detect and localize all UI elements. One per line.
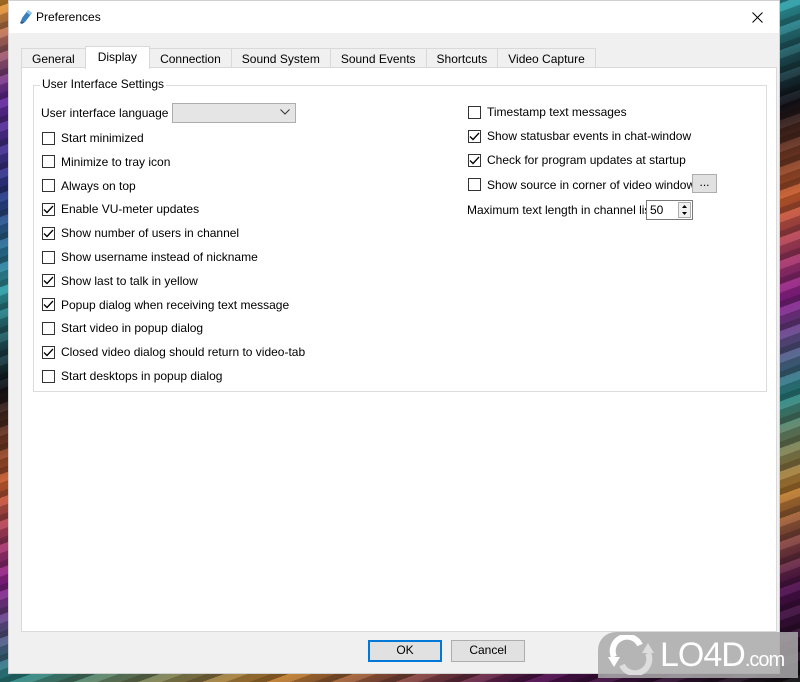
checkbox-label: Minimize to tray icon xyxy=(61,154,171,169)
checkmark-icon xyxy=(43,276,54,285)
checkbox-label: Show statusbar events in chat-window xyxy=(487,129,692,144)
tab-sound-system[interactable]: Sound System xyxy=(230,48,331,68)
lo4d-watermark: LO4D.com xyxy=(598,632,798,678)
tab-bar: General Display Connection Sound System … xyxy=(21,46,596,69)
language-row: User interface language xyxy=(41,105,168,121)
display-tab-panel: User Interface Settings User interface l… xyxy=(21,67,777,632)
max-text-length-spinbox[interactable] xyxy=(646,200,693,220)
checkbox[interactable] xyxy=(468,105,481,119)
checkbox-row[interactable]: Enable VU-meter updates xyxy=(42,201,199,217)
checkmark-icon xyxy=(469,132,480,141)
checkbox-row[interactable]: Popup dialog when receiving text message xyxy=(42,297,289,313)
checkbox-label: Popup dialog when receiving text message xyxy=(61,297,290,312)
checkbox[interactable] xyxy=(42,369,55,383)
max-text-length-input[interactable] xyxy=(647,201,678,219)
checkbox-label: Closed video dialog should return to vid… xyxy=(61,345,306,360)
checkmark-icon xyxy=(43,205,54,214)
max-text-row: Maximum text length in channel list xyxy=(467,202,654,218)
checkbox-label: Check for program updates at startup xyxy=(487,153,686,168)
source-settings-button[interactable]: ... xyxy=(692,174,717,193)
cancel-button[interactable]: Cancel xyxy=(451,640,525,662)
checkbox-row[interactable]: Show username instead of nickname xyxy=(42,249,258,265)
tab-shortcuts[interactable]: Shortcuts xyxy=(425,48,499,68)
tab-sound-events[interactable]: Sound Events xyxy=(329,48,427,68)
language-label: User interface language xyxy=(41,106,169,120)
checkbox-row[interactable]: Show last to talk in yellow xyxy=(42,273,198,289)
checkbox-label: Enable VU-meter updates xyxy=(61,202,200,217)
checkbox[interactable] xyxy=(42,155,55,169)
checkbox[interactable] xyxy=(468,129,481,143)
max-text-label: Maximum text length in channel list xyxy=(467,203,654,217)
close-button[interactable] xyxy=(735,1,779,33)
checkbox[interactable] xyxy=(42,274,55,288)
checkbox[interactable] xyxy=(42,345,55,359)
tab-general[interactable]: General xyxy=(21,48,86,68)
checkbox-label: Show source in corner of video window xyxy=(487,177,696,192)
spin-down-icon[interactable] xyxy=(679,210,690,217)
checkbox-label: Show last to talk in yellow xyxy=(61,273,198,288)
checkmark-icon xyxy=(43,348,54,357)
close-icon xyxy=(751,11,763,23)
watermark-suffix: .com xyxy=(744,648,785,671)
watermark-text: LO4D xyxy=(660,635,746,674)
checkbox-label: Show username instead of nickname xyxy=(61,250,258,264)
checkbox-row[interactable]: Start minimized xyxy=(42,130,144,146)
checkbox-row[interactable]: Minimize to tray icon xyxy=(42,154,170,170)
preferences-dialog: Preferences General Display Connection S… xyxy=(8,0,780,674)
checkbox-row[interactable]: Timestamp text messages xyxy=(468,104,627,120)
group-label: User Interface Settings xyxy=(40,77,167,91)
ok-button[interactable]: OK xyxy=(368,640,442,662)
checkbox-label: Start minimized xyxy=(61,131,144,145)
checkbox[interactable] xyxy=(468,178,481,192)
checkbox-row[interactable]: Show statusbar events in chat-window xyxy=(468,128,691,144)
checkbox-label: Show number of users in channel xyxy=(61,226,240,241)
spin-up-icon[interactable] xyxy=(679,203,690,210)
checkbox-row[interactable]: Show number of users in channel xyxy=(42,225,239,241)
checkbox-label: Timestamp text messages xyxy=(487,105,627,119)
checkbox[interactable] xyxy=(42,226,55,240)
pen-icon xyxy=(19,9,33,25)
chevron-down-icon xyxy=(280,109,290,115)
window-title: Preferences xyxy=(36,10,101,24)
language-dropdown[interactable] xyxy=(172,103,296,123)
user-interface-settings-group: User Interface Settings User interface l… xyxy=(33,77,767,392)
checkbox[interactable] xyxy=(42,202,55,216)
checkbox-row[interactable]: Check for program updates at startup xyxy=(468,152,686,168)
title-bar: Preferences xyxy=(9,1,779,33)
spin-buttons xyxy=(678,202,691,218)
checkbox-label: Always on top xyxy=(61,178,136,193)
checkbox[interactable] xyxy=(42,131,55,145)
checkbox-row[interactable]: Start desktops in popup dialog xyxy=(42,368,222,384)
checkbox[interactable] xyxy=(42,321,55,335)
checkbox-label: Start desktops in popup dialog xyxy=(61,369,223,383)
lo4d-logo-icon xyxy=(608,635,654,675)
checkbox[interactable] xyxy=(42,250,55,264)
checkbox-row[interactable]: Show source in corner of video window xyxy=(468,177,695,193)
tab-connection[interactable]: Connection xyxy=(149,48,232,68)
checkbox-row[interactable]: Always on top xyxy=(42,178,136,194)
checkmark-icon xyxy=(43,300,54,309)
tab-display[interactable]: Display xyxy=(84,46,151,69)
checkbox-row[interactable]: Closed video dialog should return to vid… xyxy=(42,344,305,360)
checkbox[interactable] xyxy=(42,179,55,193)
checkmark-icon xyxy=(43,229,54,238)
checkbox[interactable] xyxy=(468,153,481,167)
checkbox-label: Start video in popup dialog xyxy=(61,321,204,336)
tab-video-capture[interactable]: Video Capture xyxy=(497,48,596,68)
checkbox-row[interactable]: Start video in popup dialog xyxy=(42,320,203,336)
checkbox[interactable] xyxy=(42,298,55,312)
checkmark-icon xyxy=(469,156,480,165)
